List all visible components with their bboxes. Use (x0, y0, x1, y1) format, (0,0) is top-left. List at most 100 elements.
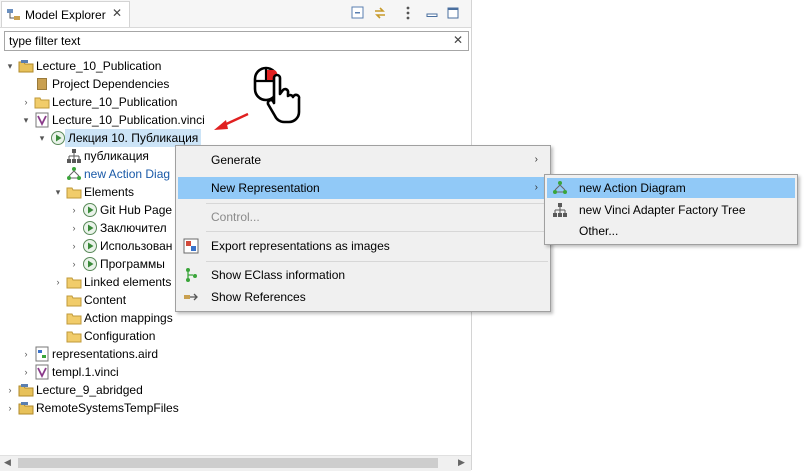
tree-item-label: публикация (84, 149, 149, 163)
tree-item-label: Action mappings (84, 311, 173, 325)
project-icon (18, 58, 34, 74)
expand-chevron-icon[interactable]: › (68, 219, 80, 237)
collapse-chevron-icon[interactable]: ▾ (20, 111, 32, 129)
expand-chevron-icon[interactable]: › (68, 255, 80, 273)
expand-chevron-icon[interactable]: › (20, 345, 32, 363)
menu-item-label: Show References (211, 290, 306, 304)
minimize-icon[interactable] (424, 5, 440, 21)
tree-item-label: Lecture_10_Publication (36, 59, 162, 73)
menu-separator (206, 231, 548, 232)
model-explorer-tab[interactable]: Model Explorer ✕ (1, 1, 130, 27)
references-icon (183, 289, 199, 305)
filter-box: ✕ (4, 31, 469, 51)
menu-item-label: Export representations as images (211, 239, 390, 253)
expand-chevron-icon[interactable]: › (20, 93, 32, 111)
menu-item-show-references[interactable]: Show References (178, 286, 548, 308)
aird-file-icon (34, 346, 50, 362)
collapse-chevron-icon[interactable]: ▾ (36, 129, 48, 147)
expand-chevron-icon[interactable]: › (4, 399, 16, 417)
view-tab-bar: Model Explorer ✕ (0, 0, 471, 28)
submenu-item-label: Other... (579, 224, 619, 238)
tree-item-label: representations.aird (52, 347, 159, 361)
tree-item-label: Lecture_10_Publication.vinci (52, 113, 205, 127)
new-representation-submenu: new Action Diagram new Vinci Adapter Fac… (544, 174, 798, 245)
scroll-left-icon[interactable]: ◀ (4, 457, 11, 468)
tree-item-label: Lecture_9_abridged (36, 383, 143, 397)
submenu-item-label: new Vinci Adapter Factory Tree (579, 203, 746, 217)
vinci-file-icon (34, 112, 50, 128)
menu-item-export-images[interactable]: Export representations as images (178, 235, 548, 257)
submenu-item-other[interactable]: Other... (547, 221, 795, 241)
menu-item-label: Control... (211, 210, 260, 224)
collapse-chevron-icon[interactable]: ▾ (4, 57, 16, 75)
menu-separator (206, 261, 548, 262)
scrollbar-thumb[interactable] (18, 458, 438, 468)
tree-item-label: Elements (84, 185, 135, 199)
horizontal-scrollbar[interactable]: ◀ ▶ (0, 455, 471, 471)
tree-diagram-icon (552, 202, 568, 218)
red-arrow-icon (214, 112, 249, 130)
mouse-click-icon (253, 66, 301, 124)
menu-item-new-representation[interactable]: New Representation › (178, 177, 548, 199)
action-diagram-icon (66, 166, 82, 182)
expand-chevron-icon[interactable]: › (68, 237, 80, 255)
submenu-item-new-action-diagram[interactable]: new Action Diagram (547, 178, 795, 198)
tree-item-label: new Action Diag (84, 167, 171, 181)
tree-item-label: Configuration (84, 329, 156, 343)
tree-item-label: Программы (100, 257, 165, 271)
play-node-icon (82, 238, 98, 254)
tree-item-label: Использован (100, 239, 173, 253)
submenu-item-label: new Action Diagram (579, 181, 686, 195)
maximize-icon[interactable] (445, 5, 461, 21)
context-menu: Generate › New Representation › Control.… (175, 145, 551, 312)
model-explorer-icon (6, 8, 22, 25)
play-node-icon (82, 256, 98, 272)
link-with-editor-icon[interactable] (372, 5, 388, 21)
view-menu-icon[interactable] (400, 5, 416, 21)
tree-item-label: Project Dependencies (52, 77, 170, 91)
tree-item-label: Content (84, 293, 127, 307)
menu-item-label: Generate (211, 153, 262, 167)
folder-icon (66, 292, 82, 308)
tree-item-label: Lecture_10_Publication (52, 95, 178, 109)
close-icon[interactable]: ✕ (112, 6, 122, 20)
expand-chevron-icon[interactable]: › (68, 201, 80, 219)
folder-icon (34, 94, 50, 110)
scroll-right-icon[interactable]: ▶ (458, 457, 465, 468)
folder-icon (66, 274, 82, 290)
submenu-item-new-vinci-adapter-factory-tree[interactable]: new Vinci Adapter Factory Tree (547, 200, 795, 220)
collapse-chevron-icon[interactable]: ▾ (52, 183, 64, 201)
tree-item-label: RemoteSystemsTempFiles (36, 401, 179, 415)
export-image-icon (183, 238, 199, 254)
menu-item-label: New Representation (211, 181, 320, 195)
menu-item-show-eclass[interactable]: Show EClass information (178, 264, 548, 286)
project-icon (18, 382, 34, 398)
folder-icon (66, 184, 82, 200)
eclass-info-icon (183, 267, 199, 283)
menu-item-generate[interactable]: Generate › (178, 149, 548, 171)
tree-item-label: Linked elements (84, 275, 172, 289)
expand-chevron-icon[interactable]: › (4, 381, 16, 399)
tree-diagram-icon (66, 148, 82, 164)
project-icon (18, 400, 34, 416)
tree-item-label: Заключител (100, 221, 167, 235)
play-node-icon (82, 202, 98, 218)
expand-chevron-icon[interactable]: › (52, 273, 64, 291)
menu-separator (206, 203, 548, 204)
action-diagram-icon (552, 180, 568, 196)
tree-item-label: templ.1.vinci (52, 365, 119, 379)
clear-icon[interactable]: ✕ (453, 33, 463, 47)
submenu-arrow-icon: › (534, 182, 538, 193)
expand-chevron-icon[interactable]: › (20, 363, 32, 381)
folder-icon (66, 310, 82, 326)
collapse-all-icon[interactable] (350, 5, 366, 21)
menu-item-control[interactable]: Control... (178, 206, 548, 228)
tab-title: Model Explorer (25, 8, 106, 22)
folder-icon (66, 328, 82, 344)
tree-item-label: Git Hub Page (100, 203, 173, 217)
menu-item-label: Show EClass information (211, 268, 346, 282)
filter-input[interactable] (9, 33, 439, 48)
vinci-file-icon (34, 364, 50, 380)
submenu-arrow-icon: › (534, 154, 538, 165)
play-node-icon (50, 130, 66, 146)
